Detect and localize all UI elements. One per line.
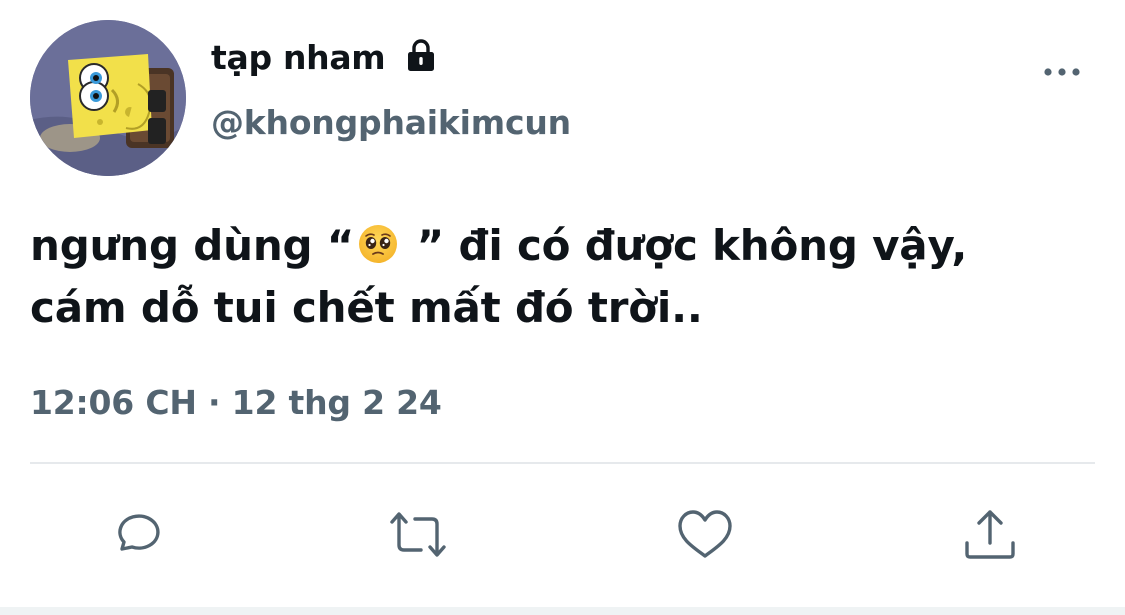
share-icon[interactable] bbox=[960, 505, 1020, 565]
tweet-line-2: cám dỗ tui chết mất đó trời.. bbox=[30, 283, 703, 332]
divider bbox=[30, 462, 1095, 464]
user-handle[interactable]: @khongphaikimcun bbox=[211, 103, 571, 142]
lock-icon bbox=[408, 39, 434, 71]
bottom-border bbox=[0, 607, 1125, 615]
spongebob-avatar-icon bbox=[30, 20, 186, 176]
tweet-timestamp[interactable]: 12:06 CH · 12 thg 2 24 bbox=[30, 383, 442, 422]
tweet-line-1-after: ” đi có được không vậy, bbox=[402, 221, 968, 270]
heart-icon[interactable] bbox=[675, 505, 735, 565]
pleading-face-emoji-icon bbox=[359, 225, 398, 263]
reply-icon[interactable] bbox=[105, 505, 165, 565]
retweet-icon[interactable] bbox=[388, 505, 448, 565]
avatar[interactable] bbox=[30, 20, 186, 176]
display-name[interactable]: tạp nham bbox=[211, 38, 386, 77]
tweet-text: ngưng dùng “ ” đi có được không vậy, cám… bbox=[30, 215, 1100, 339]
more-options-icon[interactable] bbox=[1040, 58, 1084, 86]
tweet-line-1: ngưng dùng “ ” đi có được không vậy, bbox=[30, 215, 1100, 277]
tweet-line-1-before: ngưng dùng “ bbox=[30, 221, 355, 270]
